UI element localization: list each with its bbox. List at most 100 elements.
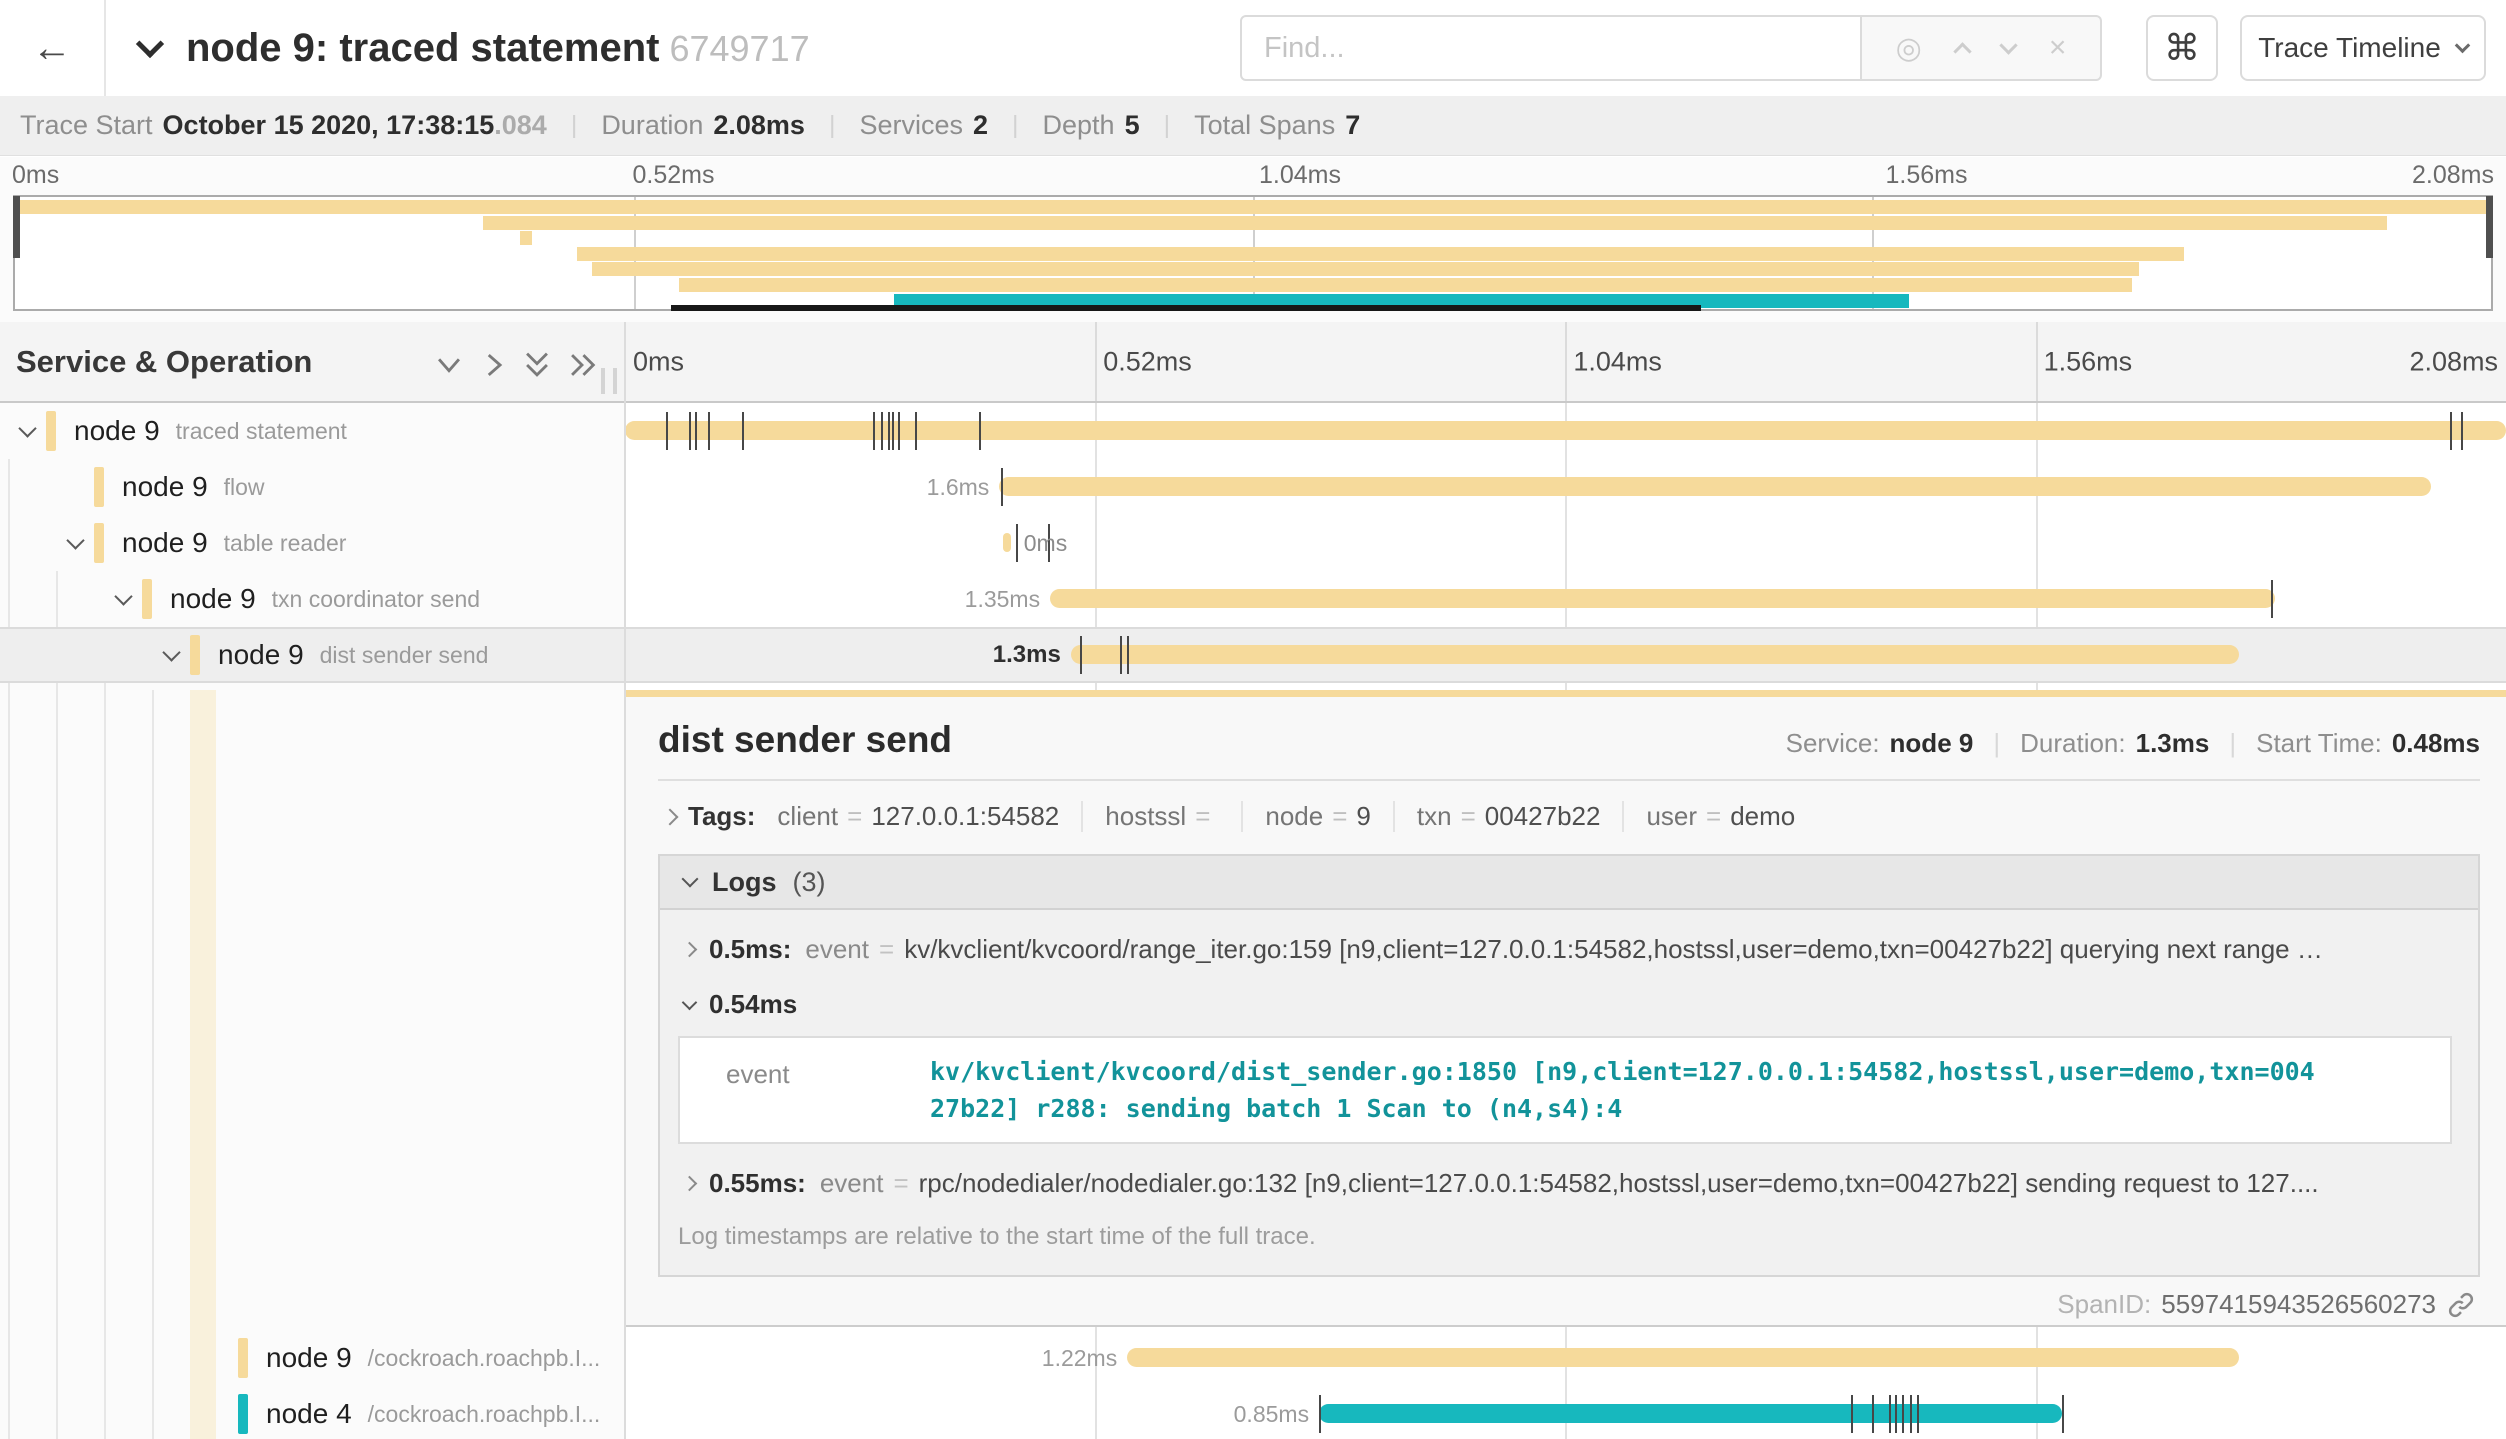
- column-resizer-grip[interactable]: [601, 368, 617, 394]
- expand-chevron-slot[interactable]: [152, 651, 190, 659]
- span-color-accent: [625, 690, 2506, 697]
- collapse-trace-chevron-icon[interactable]: [136, 30, 164, 58]
- span-row[interactable]: node 9txn coordinator send1.35ms: [0, 571, 2506, 627]
- log-row[interactable]: 0.5ms:event=kv/kvclient/kvcoord/range_it…: [660, 934, 2478, 965]
- log-marker-tick: [1120, 636, 1122, 674]
- trace-stat: Depth5: [1043, 110, 1140, 141]
- log-marker-tick: [708, 412, 710, 450]
- chevron-right-icon: [682, 942, 698, 958]
- log-marker-tick: [1902, 1395, 1904, 1433]
- stat-separator: |: [1164, 111, 1171, 140]
- span-bar-cell[interactable]: 0ms: [625, 515, 2506, 571]
- search-input[interactable]: [1240, 15, 1862, 81]
- span-bar[interactable]: [625, 421, 2506, 440]
- log-time: 0.54ms: [709, 989, 797, 1020]
- trace-view-dropdown[interactable]: Trace Timeline: [2240, 15, 2486, 81]
- timeline-tick-label: 0ms: [633, 346, 684, 377]
- logs-count: (3): [793, 867, 826, 898]
- log-row-expanded-header[interactable]: 0.54ms: [660, 989, 2478, 1020]
- minimap-span-bar: [592, 262, 2140, 276]
- expand-chevron-slot[interactable]: [104, 595, 142, 603]
- selected-span-indent-band: [190, 690, 216, 1439]
- chevron-down-icon: [682, 871, 699, 888]
- span-bar[interactable]: [1319, 1404, 2062, 1423]
- prev-result-icon[interactable]: [1956, 39, 1969, 58]
- span-bar[interactable]: [1127, 1348, 2239, 1367]
- stat-separator: |: [1012, 111, 1019, 140]
- tag-key: client: [777, 801, 838, 831]
- expand-one-icon[interactable]: [476, 348, 510, 382]
- start-time-value: 0.48ms: [2392, 728, 2480, 759]
- span-duration-label: 1.22ms: [625, 1330, 1117, 1386]
- minimap-tick-label: 1.56ms: [1886, 161, 1968, 190]
- span-bar[interactable]: [1071, 645, 2239, 664]
- span-bar[interactable]: [1003, 533, 1011, 552]
- span-row[interactable]: node 9table reader0ms: [0, 515, 2506, 571]
- span-bar-cell[interactable]: 1.3ms: [625, 627, 2506, 683]
- view-range-left-handle[interactable]: [13, 196, 20, 258]
- minimap-canvas[interactable]: [13, 195, 2493, 311]
- expand-chevron-slot[interactable]: [56, 539, 94, 547]
- log-key: event: [805, 934, 869, 965]
- service-name: node 9: [266, 1342, 352, 1374]
- detail-divider: [658, 779, 2480, 781]
- log-marker-tick: [1016, 524, 1018, 562]
- span-row[interactable]: node 9flow1.6ms: [0, 459, 2506, 515]
- stat-value: 5: [1125, 110, 1140, 140]
- tag-value: 00427b22: [1485, 801, 1601, 831]
- keyboard-shortcuts-button[interactable]: ⌘: [2146, 15, 2218, 81]
- header-gridline: [2036, 322, 2038, 401]
- view-range-right-handle[interactable]: [2486, 196, 2493, 258]
- log-message: kv/kvclient/kvcoord/range_iter.go:159 [n…: [904, 934, 2323, 965]
- collapse-all-icon[interactable]: [520, 348, 554, 382]
- tag-item: txn=00427b22: [1393, 801, 1623, 832]
- tag-key: node: [1265, 801, 1323, 831]
- locate-icon[interactable]: ◎: [1896, 31, 1922, 66]
- back-arrow-icon: ←: [32, 26, 72, 71]
- span-row[interactable]: node 9dist sender send1.3ms: [0, 627, 2506, 683]
- log-time: 0.55ms:: [709, 1168, 806, 1199]
- trace-title-block: node 9: traced statement6749717: [140, 0, 810, 96]
- log-row[interactable]: 0.55ms:event=rpc/nodedialer/nodedialer.g…: [660, 1168, 2478, 1199]
- logs-header[interactable]: Logs (3): [660, 856, 2478, 910]
- log-marker-tick: [979, 412, 981, 450]
- back-button[interactable]: ←: [0, 0, 106, 96]
- collapse-one-icon[interactable]: [432, 348, 466, 382]
- log-marker-tick: [873, 412, 875, 450]
- trace-stat: Trace StartOctober 15 2020, 17:38:15.084: [20, 110, 547, 141]
- expand-all-icon[interactable]: [565, 348, 599, 382]
- deep-link-icon[interactable]: [2446, 1290, 2476, 1320]
- log-marker-tick: [1127, 636, 1129, 674]
- tags-row[interactable]: Tags: client=127.0.0.1:54582hostssl=node…: [658, 801, 2480, 832]
- log-marker-tick: [1917, 1395, 1919, 1433]
- span-id-label: SpanID:: [2057, 1289, 2151, 1320]
- chevron-down-icon: [18, 419, 36, 437]
- tag-item: user=demo: [1622, 801, 1817, 832]
- log-marker-tick: [892, 412, 894, 450]
- clear-search-icon[interactable]: ×: [2049, 31, 2067, 65]
- minimap-tick-label: 1.04ms: [1259, 161, 1341, 190]
- span-bar-cell[interactable]: 1.22ms: [625, 1330, 2506, 1386]
- service-label: Service:: [1786, 728, 1880, 759]
- timeline-header-row: Service & Operation 0ms0.52ms1.04ms1.56m…: [0, 322, 2506, 403]
- minimap-span-bar: [520, 231, 532, 245]
- span-bar-cell[interactable]: 1.35ms: [625, 571, 2506, 627]
- span-bar[interactable]: [1050, 589, 2275, 608]
- span-bar-cell[interactable]: 1.6ms: [625, 459, 2506, 515]
- find-group: ◎ ×: [1240, 15, 2102, 81]
- logs-label: Logs: [712, 867, 777, 898]
- log-marker-tick: [1910, 1395, 1912, 1433]
- log-marker-tick: [1001, 468, 1003, 506]
- span-row[interactable]: node 9/cockroach.roachpb.I...1.22ms: [0, 1330, 2506, 1386]
- span-row[interactable]: node 9traced statement: [0, 403, 2506, 459]
- span-bar-cell[interactable]: [625, 403, 2506, 459]
- span-bar-cell[interactable]: 0.85ms: [625, 1386, 2506, 1439]
- log-time: 0.5ms:: [709, 934, 791, 965]
- expand-chevron-slot[interactable]: [8, 427, 46, 435]
- service-name: node 9: [74, 415, 160, 447]
- span-bar[interactable]: [999, 477, 2430, 496]
- trace-stat: Duration2.08ms: [601, 110, 805, 141]
- tag-value: 9: [1356, 801, 1370, 831]
- span-row[interactable]: node 4/cockroach.roachpb.I...0.85ms: [0, 1386, 2506, 1439]
- next-result-icon[interactable]: [2002, 45, 2015, 52]
